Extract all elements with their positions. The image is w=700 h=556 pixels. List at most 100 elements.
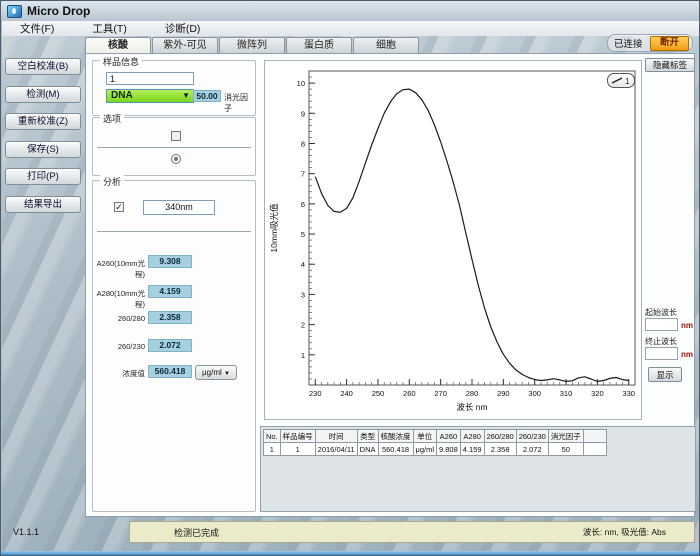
chart-panel: 2302402502602702802903003103203301234567… [264, 60, 642, 420]
start-wavelength-unit: nm [681, 321, 693, 330]
svg-text:270: 270 [434, 389, 447, 398]
table-header-7: A280 [460, 430, 484, 443]
connection-box: 已连接 断开 [607, 34, 693, 52]
unit-select[interactable]: μg/ml ▼ [195, 365, 237, 380]
table-header-11 [583, 430, 606, 443]
sample-type-select[interactable]: DNA ▼ [106, 89, 194, 103]
app-window: Micro Drop 文件(F) 工具(T) 诊断(D) 核酸紫外-可见微阵列蛋… [0, 0, 700, 556]
menu-diagnostics[interactable]: 诊断(D) [155, 21, 211, 36]
sidebar-button-3[interactable]: 保存(S) [5, 141, 81, 158]
svg-text:7: 7 [301, 170, 305, 179]
sample-info-group: 样品信息 1 DNA ▼ 50.00 消光因子 [92, 60, 256, 116]
sidebar-button-4[interactable]: 打印(P) [5, 168, 81, 185]
status-readout: 波长: nm, 吸光值: Abs [583, 526, 666, 538]
table-header-5: 单位 [413, 430, 437, 443]
svg-text:10mm吸光值: 10mm吸光值 [269, 203, 279, 253]
content-panel: 样品信息 1 DNA ▼ 50.00 消光因子 选项 分析 ✓ 340nm A2… [85, 53, 695, 517]
tab-1[interactable]: 紫外-可见 [152, 37, 218, 53]
svg-text:5: 5 [301, 230, 305, 239]
analysis-label-1: A280(10mm光程) [95, 288, 145, 310]
table-header-0: No. [264, 430, 281, 443]
table-cell-0-8: 2.358 [484, 443, 516, 456]
tab-4[interactable]: 细胞 [353, 37, 419, 53]
svg-text:330: 330 [622, 389, 635, 398]
window-title: Micro Drop [27, 4, 90, 18]
tab-0[interactable]: 核酸 [85, 37, 151, 54]
analysis-title: 分析 [100, 175, 124, 188]
sample-info-title: 样品信息 [100, 55, 142, 68]
svg-text:3: 3 [301, 290, 305, 299]
unit-value: μg/ml [202, 368, 222, 377]
table-header-8: 260/280 [484, 430, 516, 443]
tab-strip: 核酸紫外-可见微阵列蛋白质细胞 [85, 37, 420, 54]
table-header-2: 时间 [315, 430, 357, 443]
title-bar[interactable]: Micro Drop [1, 1, 699, 22]
end-wavelength-input[interactable] [645, 347, 678, 360]
show-button[interactable]: 显示 [648, 367, 682, 382]
status-message: 检测已完成 [174, 526, 219, 539]
wavelength-checkbox[interactable]: ✓ [114, 202, 124, 212]
svg-text:230: 230 [309, 389, 322, 398]
sidebar-button-2[interactable]: 重新校准(Z) [5, 113, 81, 130]
chevron-down-icon: ▼ [224, 371, 230, 377]
option-checkbox[interactable] [171, 131, 181, 141]
sidebar-button-5[interactable]: 结果导出 [5, 196, 81, 213]
sidebar-button-1[interactable]: 检测(M) [5, 86, 81, 103]
svg-text:2: 2 [301, 321, 305, 330]
table-header-1: 样品编号 [280, 430, 315, 443]
version-label: V1.1.1 [13, 527, 39, 537]
svg-text:250: 250 [372, 389, 385, 398]
table-cell-0-5: μg/ml [413, 443, 437, 456]
table-cell-0-1: 1 [280, 443, 315, 456]
svg-text:300: 300 [528, 389, 541, 398]
tab-2[interactable]: 微阵列 [219, 37, 285, 53]
pen-icon: 1 [608, 74, 634, 87]
table-cell-0-4: 560.418 [378, 443, 413, 456]
svg-text:8: 8 [301, 139, 305, 148]
table-header-9: 260/230 [516, 430, 548, 443]
table-cell-0-7: 4.159 [460, 443, 484, 456]
analysis-label-0: A260(10mm光程) [95, 258, 145, 280]
results-table-panel: No.样品编号时间类型核酸浓度单位A260A280260/280260/230消… [260, 426, 696, 512]
svg-text:1: 1 [625, 77, 630, 86]
tab-3[interactable]: 蛋白质 [286, 37, 352, 53]
wavelength-input[interactable]: 340nm [143, 200, 215, 215]
table-cell-0-0: 1 [264, 443, 281, 456]
options-group: 选项 [92, 117, 256, 176]
extinction-factor-value: 50.00 [193, 90, 221, 102]
svg-text:240: 240 [340, 389, 353, 398]
analysis-value-4: 560.418 [148, 365, 192, 378]
analysis-label-3: 260/230 [95, 342, 145, 351]
table-header-4: 核酸浓度 [378, 430, 413, 443]
spectrum-chart: 2302402502602702802903003103203301234567… [265, 61, 641, 419]
hide-label-button[interactable]: 隐藏标签 [645, 58, 695, 72]
sample-id-input[interactable]: 1 [106, 72, 194, 85]
analysis-value-3: 2.072 [148, 339, 192, 352]
disconnect-button[interactable]: 断开 [650, 36, 689, 51]
table-header-3: 类型 [357, 430, 378, 443]
analysis-value-2: 2.358 [148, 311, 192, 324]
menu-file[interactable]: 文件(F) [10, 21, 64, 36]
extinction-factor-label: 消光因子 [224, 92, 255, 114]
table-cell-0-3: DNA [357, 443, 378, 456]
table-row[interactable]: 112016/04/11DNA560.418μg/ml9.8084.1592.3… [264, 443, 607, 456]
analysis-divider [97, 231, 251, 232]
svg-text:310: 310 [560, 389, 573, 398]
svg-text:260: 260 [403, 389, 416, 398]
results-table[interactable]: No.样品编号时间类型核酸浓度单位A260A280260/280260/230消… [263, 429, 607, 456]
sidebar-button-0[interactable]: 空白校准(B) [5, 58, 81, 75]
end-wavelength-unit: nm [681, 350, 693, 359]
sample-type-value: DNA [111, 90, 133, 101]
svg-text:波长 nm: 波长 nm [456, 402, 487, 412]
table-cell-0-9: 2.072 [516, 443, 548, 456]
start-wavelength-label: 起始波长 [645, 307, 677, 318]
menu-tools[interactable]: 工具(T) [82, 21, 136, 36]
options-divider [97, 147, 251, 148]
analysis-label-4: 浓度值 [95, 368, 145, 379]
end-wavelength-label: 终止波长 [645, 336, 677, 347]
option-radio[interactable] [171, 154, 181, 164]
sample-curve-button[interactable]: 1 [607, 73, 635, 88]
analysis-value-0: 9.308 [148, 255, 192, 268]
table-cell-0-6: 9.808 [437, 443, 461, 456]
start-wavelength-input[interactable] [645, 318, 678, 331]
